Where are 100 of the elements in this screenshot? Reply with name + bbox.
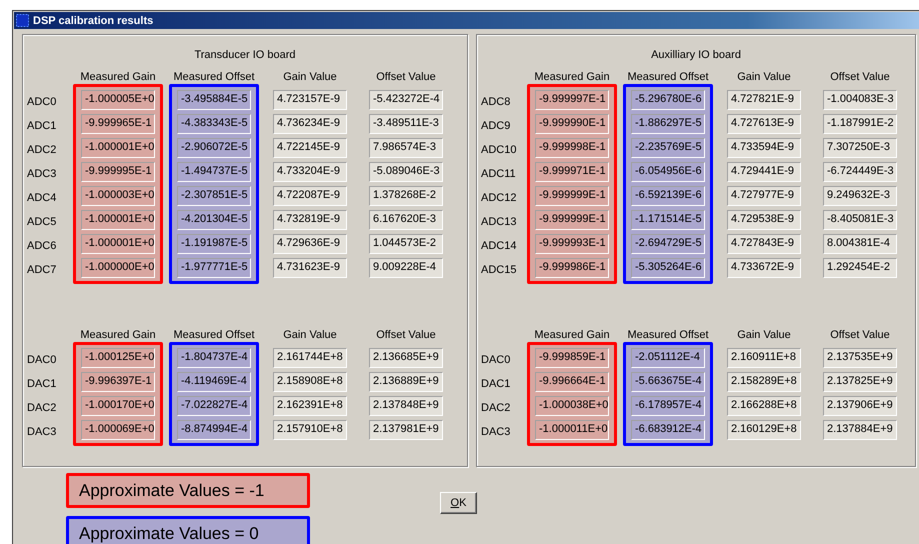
row-label: DAC2 — [481, 401, 510, 416]
ok-button[interactable]: OK — [440, 492, 477, 514]
value-field: -1.000038E+0 — [535, 396, 609, 416]
panel-title: Auxilliary IO board — [651, 49, 741, 61]
value-field: -2.694729E-5 — [631, 234, 705, 254]
row-label: ADC13 — [481, 215, 516, 230]
value-field: -1.494737E-5 — [177, 162, 251, 182]
value-field: -1.000001E+0 — [81, 210, 155, 230]
row-label: DAC1 — [481, 377, 510, 392]
value-field: -1.000005E+0 — [81, 90, 155, 110]
value-field: -1.171514E-5 — [631, 210, 705, 230]
value-field: -9.996664E-1 — [535, 372, 609, 392]
value-field: -9.999993E-1 — [535, 234, 609, 254]
value-field: -2.051112E-4 — [631, 348, 705, 368]
column-header: Measured Offset — [627, 328, 709, 342]
value-field: -1.000011E+0 — [535, 420, 609, 440]
value-field: -9.999998E-1 — [535, 138, 609, 158]
value-field: -9.999965E-1 — [81, 114, 155, 134]
row-label: ADC5 — [27, 215, 56, 230]
value-field: -1.977771E-5 — [177, 258, 251, 278]
value-field: 4.727977E-9 — [727, 186, 801, 206]
column-header: Offset Value — [376, 70, 436, 84]
value-field: -1.004083E-3 — [823, 90, 897, 110]
value-field: 4.732819E-9 — [273, 210, 347, 230]
value-field: 2.137825E+9 — [823, 372, 897, 392]
value-field: -9.999997E-1 — [535, 90, 609, 110]
value-field: -6.592139E-6 — [631, 186, 705, 206]
value-field: 2.166288E+8 — [727, 396, 801, 416]
value-field: 2.158289E+8 — [727, 372, 801, 392]
value-field: 4.733594E-9 — [727, 138, 801, 158]
column-header: Offset Value — [830, 328, 890, 342]
value-field: 2.161744E+8 — [273, 348, 347, 368]
row-label: ADC11 — [481, 167, 516, 182]
value-field: 2.137981E+9 — [369, 420, 443, 440]
value-field: 4.733204E-9 — [273, 162, 347, 182]
value-field: 4.731623E-9 — [273, 258, 347, 278]
value-field: -1.000001E+0 — [81, 234, 155, 254]
row-label: ADC1 — [27, 119, 56, 134]
value-field: -5.296780E-6 — [631, 90, 705, 110]
value-field: 2.136889E+9 — [369, 372, 443, 392]
column-header: Gain Value — [283, 328, 337, 342]
column-header: Offset Value — [376, 328, 436, 342]
column-header: Measured Offset — [173, 70, 255, 84]
column-header: Measured Gain — [534, 70, 610, 84]
value-field: -1.000125E+0 — [81, 348, 155, 368]
value-field: -9.999986E-1 — [535, 258, 609, 278]
value-field: 4.722087E-9 — [273, 186, 347, 206]
column-header: Offset Value — [830, 70, 890, 84]
value-field: -9.999971E-1 — [535, 162, 609, 182]
value-field: -8.874994E-4 — [177, 420, 251, 440]
row-label: ADC12 — [481, 191, 516, 206]
row-label: ADC4 — [27, 191, 56, 206]
row-label: ADC8 — [481, 95, 512, 110]
value-field: -1.187991E-2 — [823, 114, 897, 134]
value-field: 7.307250E-3 — [823, 138, 897, 158]
value-field: -5.423272E-4 — [369, 90, 443, 110]
value-field: -9.999990E-1 — [535, 114, 609, 134]
value-field: -1.000001E+0 — [81, 138, 155, 158]
value-field: -1.000003E+0 — [81, 186, 155, 206]
value-field: -9.999859E-1 — [535, 348, 609, 368]
value-field: -4.201304E-5 — [177, 210, 251, 230]
row-label: DAC0 — [481, 353, 510, 368]
row-label: ADC6 — [27, 239, 56, 254]
panel-title: Transducer IO board — [194, 49, 296, 61]
value-field: 2.137906E+9 — [823, 396, 897, 416]
value-field: 4.722145E-9 — [273, 138, 347, 158]
value-field: 2.158908E+8 — [273, 372, 347, 392]
value-field: 8.004381E-4 — [823, 234, 897, 254]
row-label: ADC7 — [27, 263, 56, 278]
value-field: -6.054956E-6 — [631, 162, 705, 182]
value-field: -1.191987E-5 — [177, 234, 251, 254]
value-field: -8.405081E-3 — [823, 210, 897, 230]
value-field: 4.723157E-9 — [273, 90, 347, 110]
row-label: DAC3 — [481, 425, 510, 440]
value-field: -1.804737E-4 — [177, 348, 251, 368]
column-header: Measured Offset — [627, 70, 709, 84]
value-field: 1.292454E-2 — [823, 258, 897, 278]
value-field: 4.736234E-9 — [273, 114, 347, 134]
column-header: Gain Value — [283, 70, 337, 84]
column-header: Measured Gain — [534, 328, 610, 342]
value-field: 4.729441E-9 — [727, 162, 801, 182]
value-field: 4.727821E-9 — [727, 90, 801, 110]
value-field: -1.000069E+0 — [81, 420, 155, 440]
value-field: 1.378268E-2 — [369, 186, 443, 206]
row-label: DAC0 — [27, 353, 56, 368]
column-header: Measured Gain — [80, 328, 156, 342]
value-field: 4.729538E-9 — [727, 210, 801, 230]
value-field: 4.727843E-9 — [727, 234, 801, 254]
value-field: -6.724449E-3 — [823, 162, 897, 182]
value-field: 9.249632E-3 — [823, 186, 897, 206]
value-field: -4.119469E-4 — [177, 372, 251, 392]
row-label: ADC14 — [481, 239, 516, 254]
row-label: ADC3 — [27, 167, 56, 182]
value-field: -3.495884E-5 — [177, 90, 251, 110]
row-label: DAC3 — [27, 425, 56, 440]
row-label: ADC9 — [481, 119, 512, 134]
value-field: -2.235769E-5 — [631, 138, 705, 158]
value-field: 2.136685E+9 — [369, 348, 443, 368]
value-field: 2.157910E+8 — [273, 420, 347, 440]
row-label: ADC15 — [481, 263, 516, 278]
